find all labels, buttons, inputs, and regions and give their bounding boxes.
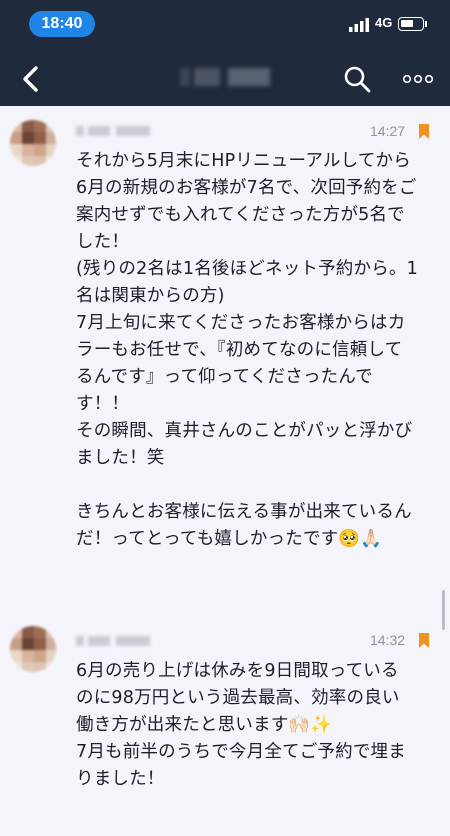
battery-tip [425, 21, 427, 27]
bookmark-icon[interactable] [419, 633, 429, 648]
avatar[interactable] [10, 626, 56, 672]
app-header: 18:40 4G [0, 0, 450, 106]
more-icon[interactable] [402, 70, 434, 88]
chevron-left-icon[interactable] [16, 62, 46, 96]
sender-name [76, 124, 154, 138]
status-time: 18:40 [29, 11, 95, 37]
bookmark-icon[interactable] [419, 124, 429, 139]
network-label: 4G [375, 15, 393, 30]
message-text: 6月の売り上げは休みを9日間取っている のに98万円という過去最高、効率の良い … [76, 661, 406, 789]
chat-title [180, 64, 274, 90]
message-time: 14:32 [370, 632, 406, 648]
message-time: 14:27 [370, 123, 406, 139]
message-text: それから5月末にHPリニューアルしてから 6月の新規のお客様が7名で、次回予約を… [76, 151, 418, 549]
scrollbar[interactable] [442, 590, 445, 630]
battery-icon [398, 17, 424, 31]
avatar[interactable] [10, 120, 56, 166]
search-icon[interactable] [342, 64, 372, 94]
signal-icon [349, 18, 369, 32]
sender-name [76, 634, 154, 648]
